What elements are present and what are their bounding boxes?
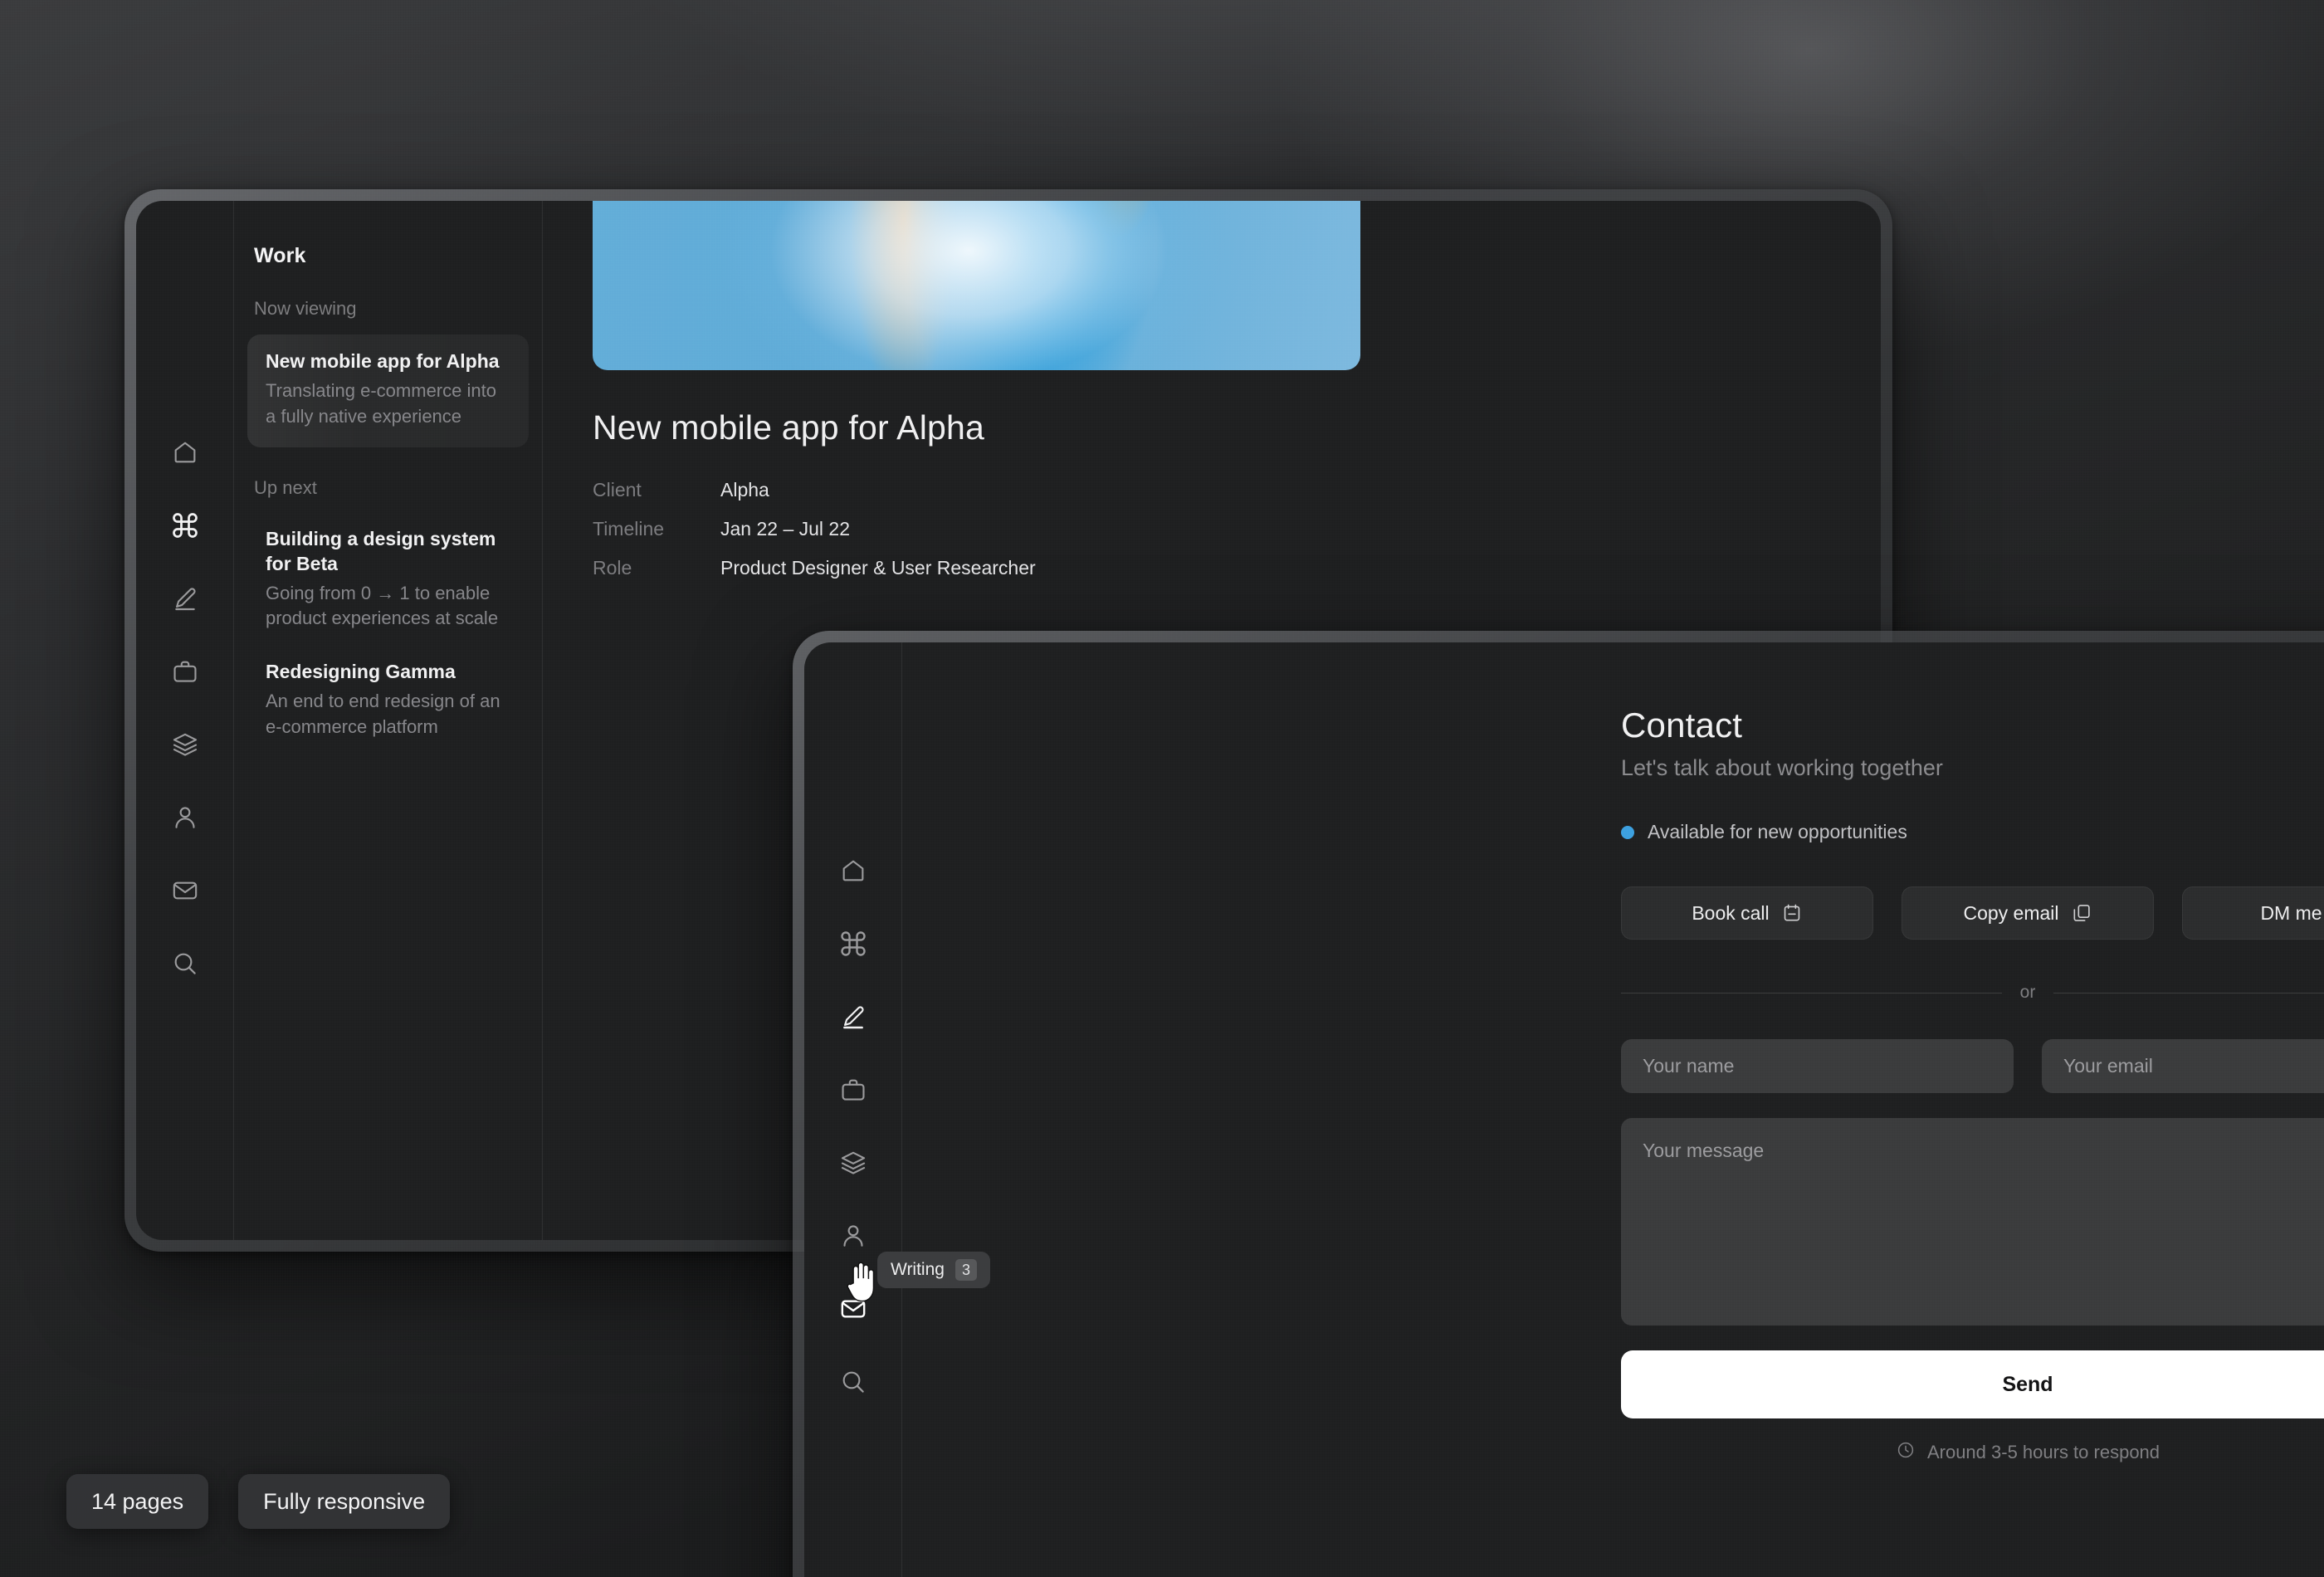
sidebar-item-search[interactable]: [834, 1363, 872, 1401]
badge-pages: 14 pages: [66, 1474, 209, 1529]
sidebar-item-writing[interactable]: [166, 579, 204, 618]
bottom-badges: 14 pages Fully responsive: [66, 1474, 451, 1529]
meta-value-timeline: Jan 22 – Jul 22: [720, 518, 851, 540]
email-input[interactable]: Your email: [2042, 1039, 2324, 1093]
meta-value-role: Product Designer & User Researcher: [720, 557, 1036, 579]
availability-status: Available for new opportunities: [1621, 821, 2324, 843]
sidebar-item-about[interactable]: [834, 1217, 872, 1255]
sidebar-item-home[interactable]: [166, 433, 204, 471]
page-title: New mobile app for Alpha: [593, 408, 985, 447]
send-button[interactable]: Send: [1621, 1350, 2324, 1418]
message-textarea-placeholder: Your message: [1643, 1140, 1765, 1161]
work-rail-items: [136, 433, 234, 983]
calendar-icon: [1781, 902, 1803, 924]
sidebar-item-work[interactable]: [166, 652, 204, 691]
message-textarea[interactable]: Your message: [1621, 1118, 2324, 1326]
writing-tooltip: Writing 3: [877, 1252, 990, 1288]
sidebar-item-search[interactable]: [166, 945, 204, 983]
sidebar-item-about[interactable]: [166, 798, 204, 837]
name-input-placeholder: Your name: [1643, 1055, 1735, 1077]
or-divider: or: [1621, 983, 2324, 1003]
status-badge: Available for new opportunities: [1648, 821, 1907, 842]
sidebar-item-command[interactable]: [834, 925, 872, 963]
project-description: Going from 0 → 1 to enable product exper…: [266, 583, 499, 629]
divider-label: or: [2019, 983, 2036, 1002]
window-contact-screen: Contact Let's talk about working togethe…: [804, 642, 2324, 1577]
sidebar-item-stack[interactable]: [834, 1144, 872, 1182]
project-name: New mobile app for Alpha: [266, 350, 500, 372]
project-name: Redesigning Gamma: [266, 660, 456, 682]
desktop-backdrop: Work Now viewing New mobile app for Alph…: [0, 0, 2324, 1577]
name-input[interactable]: Your name: [1621, 1039, 2014, 1093]
page-subtitle: Let's talk about working together: [1621, 755, 1943, 780]
sidebar-item-home[interactable]: [834, 852, 872, 890]
sidebar-item-work[interactable]: [834, 1071, 872, 1109]
book-call-label: Book call: [1692, 901, 1770, 924]
divider-line-left: [1621, 992, 2002, 994]
clock-icon: [1896, 1440, 1916, 1465]
status-dot-icon: [1621, 825, 1634, 839]
copy-email-label: Copy email: [1963, 901, 2059, 924]
meta-key-timeline: Timeline: [593, 518, 665, 540]
contact-empty-region: [902, 642, 1621, 1577]
dm-me-button[interactable]: DM me: [2182, 886, 2324, 940]
sidebar-title: Work: [254, 244, 306, 267]
project-card-gamma[interactable]: Redesigning Gamma An end to end redesign…: [247, 660, 529, 740]
now-viewing-label: Now viewing: [254, 298, 357, 319]
work-project-sidebar: Work Now viewing New mobile app for Alph…: [234, 201, 543, 1240]
up-next-label: Up next: [254, 477, 317, 499]
window-contact[interactable]: Contact Let's talk about working togethe…: [793, 631, 2324, 1577]
tooltip-label: Writing: [891, 1260, 945, 1279]
badge-responsive: Fully responsive: [238, 1474, 451, 1529]
page-title: Contact: [1621, 706, 1743, 745]
dm-me-label: DM me: [2260, 901, 2322, 924]
divider-line-right: [2053, 992, 2324, 994]
sidebar-item-contact[interactable]: [166, 872, 204, 910]
contact-panel: Contact Let's talk about working togethe…: [1621, 642, 2324, 1577]
book-call-button[interactable]: Book call: [1621, 886, 1873, 940]
contact-icon-rail: [804, 642, 902, 1577]
sidebar-item-command[interactable]: [166, 506, 204, 544]
contact-rail-items: [804, 852, 902, 1401]
meta-value-client: Alpha: [720, 479, 769, 500]
work-icon-rail: [136, 201, 234, 1240]
project-meta-table: Client Alpha Timeline Jan 22 – Jul 22 Ro…: [593, 479, 1831, 579]
project-card-beta[interactable]: Building a design system for Beta Going …: [247, 527, 529, 632]
response-time-note: Around 3-5 hours to respond: [1621, 1440, 2324, 1465]
project-card-selected[interactable]: New mobile app for Alpha Translating e-c…: [247, 334, 529, 448]
sidebar-item-stack[interactable]: [166, 725, 204, 764]
project-hero-image: [593, 201, 1360, 370]
project-description: Translating e-commerce into a fully nati…: [266, 380, 496, 427]
contact-field-row: Your name Your email: [1621, 1039, 2324, 1093]
meta-key-role: Role: [593, 557, 632, 579]
project-description: An end to end redesign of an e-commerce …: [266, 691, 500, 737]
response-time-text: Around 3-5 hours to respond: [1926, 1442, 2160, 1462]
tooltip-count-badge: 3: [954, 1258, 977, 1282]
hand-cursor-icon: [842, 1258, 881, 1311]
sidebar-item-writing[interactable]: [834, 998, 872, 1036]
email-input-placeholder: Your email: [2063, 1055, 2153, 1077]
meta-key-client: Client: [593, 479, 642, 500]
copy-icon: [2071, 902, 2092, 924]
copy-email-button[interactable]: Copy email: [1902, 886, 2154, 940]
project-name: Building a design system for Beta: [266, 528, 496, 574]
contact-cta-row: Book call Copy email DM me: [1621, 886, 2324, 940]
